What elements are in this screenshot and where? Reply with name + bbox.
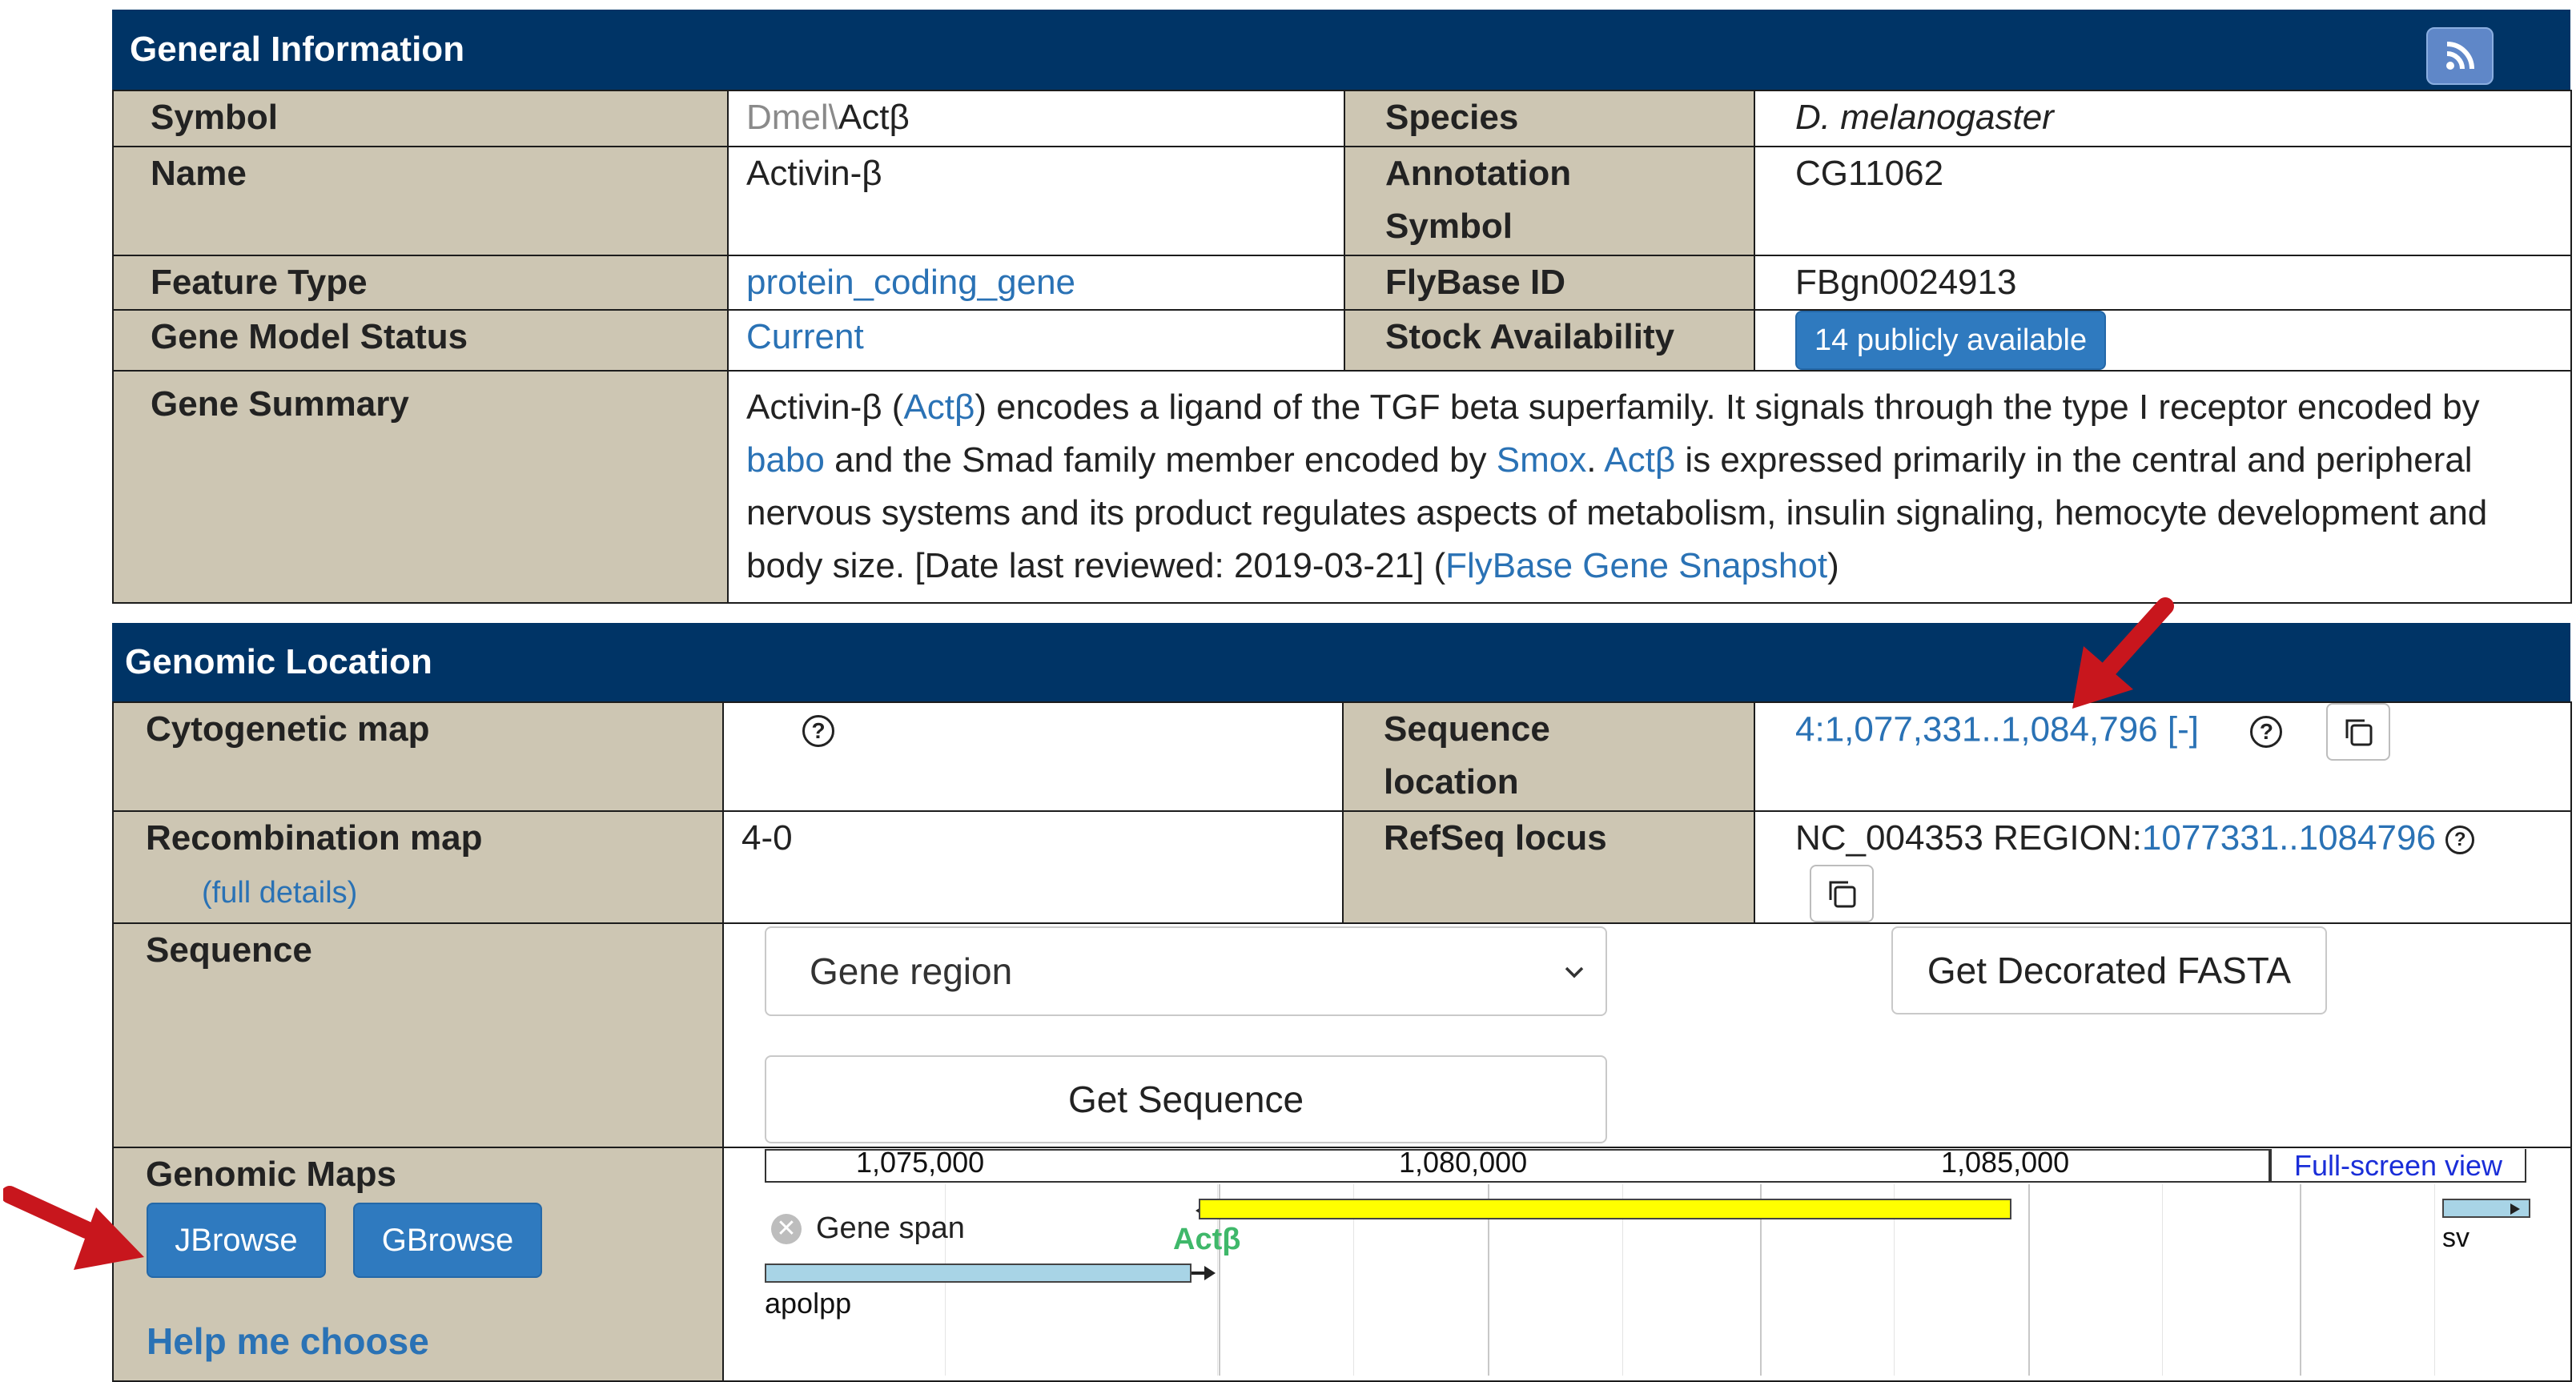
name-label: Name [112, 146, 729, 256]
gene-span-text: Gene span [816, 1211, 965, 1245]
ruler-tick-label: 1,075,000 [856, 1149, 985, 1179]
jbrowse-button[interactable]: JBrowse [147, 1203, 326, 1278]
summary-text: ) [1827, 546, 1839, 585]
summary-text: Activin-β ( [746, 388, 904, 427]
full-details-link[interactable]: (full details) [146, 876, 357, 910]
flybase-id-value: FBgn0024913 [1754, 255, 2572, 311]
annotation-label-line2: Symbol [1385, 207, 1513, 246]
refseq-region-link[interactable]: 1077331..1084796 [2142, 818, 2436, 858]
rss-icon[interactable] [2426, 27, 2494, 85]
general-info-table: Symbol Dmel\Actβ Species D. melanogaster… [112, 90, 2572, 604]
refseq-locus-label: RefSeq locus [1342, 810, 1755, 924]
genomic-maps-label: Genomic Maps [146, 1155, 396, 1194]
genomic-location-header: Genomic Location [112, 623, 2570, 701]
ruler-tick-label: 1,085,000 [1941, 1149, 2070, 1179]
apolpp-gene-label: apolpp [765, 1287, 852, 1320]
stock-availability-badge[interactable]: 14 publicly available [1795, 311, 2107, 370]
feature-type-value: protein_coding_gene [727, 255, 1345, 311]
help-icon[interactable]: ? [802, 715, 834, 748]
flybase-gene-snapshot-link[interactable]: FlyBase Gene Snapshot [1445, 546, 1827, 585]
gbrowse-button[interactable]: GBrowse [353, 1203, 542, 1278]
summary-text: and the Smad family member encoded by [824, 440, 1497, 480]
stock-availability-label: Stock Availability [1344, 309, 1755, 372]
cytogenetic-map-label: Cytogenetic map [112, 701, 724, 812]
gene-span-track-label: ✕ Gene span [771, 1211, 965, 1246]
sequence-type-value: Gene region [810, 950, 1013, 992]
ruler-tick-label: 1,080,000 [1399, 1149, 1528, 1179]
sequence-location-value: 4:1,077,331..1,084,796 [-] ? [1754, 701, 2572, 812]
species-value: D. melanogaster [1754, 90, 2572, 147]
symbol-text: Actβ [838, 98, 910, 137]
seq-loc-label-line2: location [1384, 762, 1519, 801]
section-title: Genomic Location [125, 642, 432, 681]
annotation-arrow-icon [3, 1186, 144, 1270]
apolpp-gene-feature[interactable] [765, 1263, 1192, 1283]
babo-link[interactable]: babo [746, 440, 825, 480]
recombination-map-label: Recombination map (full details) [112, 810, 724, 924]
symbol-label: Symbol [112, 90, 729, 147]
feature-type-label: Feature Type [112, 255, 729, 311]
recomb-label-text: Recombination map [146, 818, 483, 858]
section-title: General Information [130, 30, 465, 69]
gene-summary-label: Gene Summary [112, 370, 729, 604]
summary-text: . [1586, 440, 1605, 480]
actb-link[interactable]: Actβ [1604, 440, 1675, 480]
genome-track-viewer[interactable]: 1,075,000 1,080,000 1,085,000 Full-scree… [765, 1149, 2534, 1376]
gene-model-status-link[interactable]: Current [746, 317, 864, 356]
help-me-choose-link[interactable]: Help me choose [147, 1320, 429, 1363]
genome-ruler: 1,075,000 1,080,000 1,085,000 [765, 1149, 2270, 1183]
seq-loc-label-line1: Sequence [1384, 709, 1550, 749]
cytogenetic-map-value: ? [722, 701, 1344, 812]
actb-link[interactable]: Actβ [903, 388, 975, 427]
refseq-prefix: NC_004353 REGION: [1795, 818, 2142, 858]
smox-link[interactable]: Smox [1497, 440, 1586, 480]
stock-availability-value: 14 publicly available [1754, 309, 2572, 372]
recombination-map-value: 4-0 [722, 810, 1344, 924]
refseq-locus-value: NC_004353 REGION:1077331..1084796 ? [1754, 810, 2572, 924]
flybase-id-label: FlyBase ID [1344, 255, 1755, 311]
sequence-location-label: Sequence location [1342, 701, 1755, 812]
annotation-arrow-icon [2072, 597, 2174, 709]
gene-summary-text: Activin-β (Actβ) encodes a ligand of the… [727, 370, 2572, 604]
annotation-label-line1: Annotation [1385, 154, 1572, 193]
strand-arrow-icon [1204, 1266, 1216, 1280]
copy-icon[interactable] [2325, 703, 2390, 761]
close-icon[interactable]: ✕ [771, 1213, 802, 1244]
full-screen-view-link[interactable]: Full-screen view [2270, 1149, 2526, 1183]
strand-arrow-icon [2510, 1203, 2520, 1215]
symbol-value: Dmel\Actβ [727, 90, 1345, 147]
summary-text: ) encodes a ligand of the TGF beta super… [975, 388, 2480, 427]
symbol-prefix: Dmel\ [746, 98, 838, 137]
help-icon[interactable]: ? [2250, 716, 2283, 748]
sequence-label: Sequence [112, 922, 724, 1148]
species-label: Species [1344, 90, 1755, 147]
general-information-header: General Information [112, 10, 2570, 90]
annotation-symbol-value: CG11062 [1754, 146, 2572, 256]
general-information-section: General Information Symbol Dmel\Actβ Spe… [112, 10, 2572, 604]
actb-gene-feature[interactable] [1199, 1199, 2011, 1219]
chevron-down-icon [1565, 966, 1584, 978]
get-decorated-fasta-button[interactable]: Get Decorated FASTA [1891, 926, 2327, 1014]
sequence-type-select[interactable]: Gene region [765, 926, 1607, 1016]
gene-model-status-label: Gene Model Status [112, 309, 729, 372]
copy-icon[interactable] [1810, 865, 1874, 922]
feature-type-link[interactable]: protein_coding_gene [746, 263, 1075, 302]
get-sequence-button[interactable]: Get Sequence [765, 1055, 1607, 1143]
help-icon[interactable]: ? [2445, 826, 2475, 855]
gene-model-status-value: Current [727, 309, 1345, 372]
name-value: Activin-β [727, 146, 1345, 256]
actb-gene-label: Actβ [1173, 1223, 1241, 1256]
sv-gene-label: sv [2442, 1223, 2470, 1253]
annotation-symbol-label: Annotation Symbol [1344, 146, 1755, 256]
